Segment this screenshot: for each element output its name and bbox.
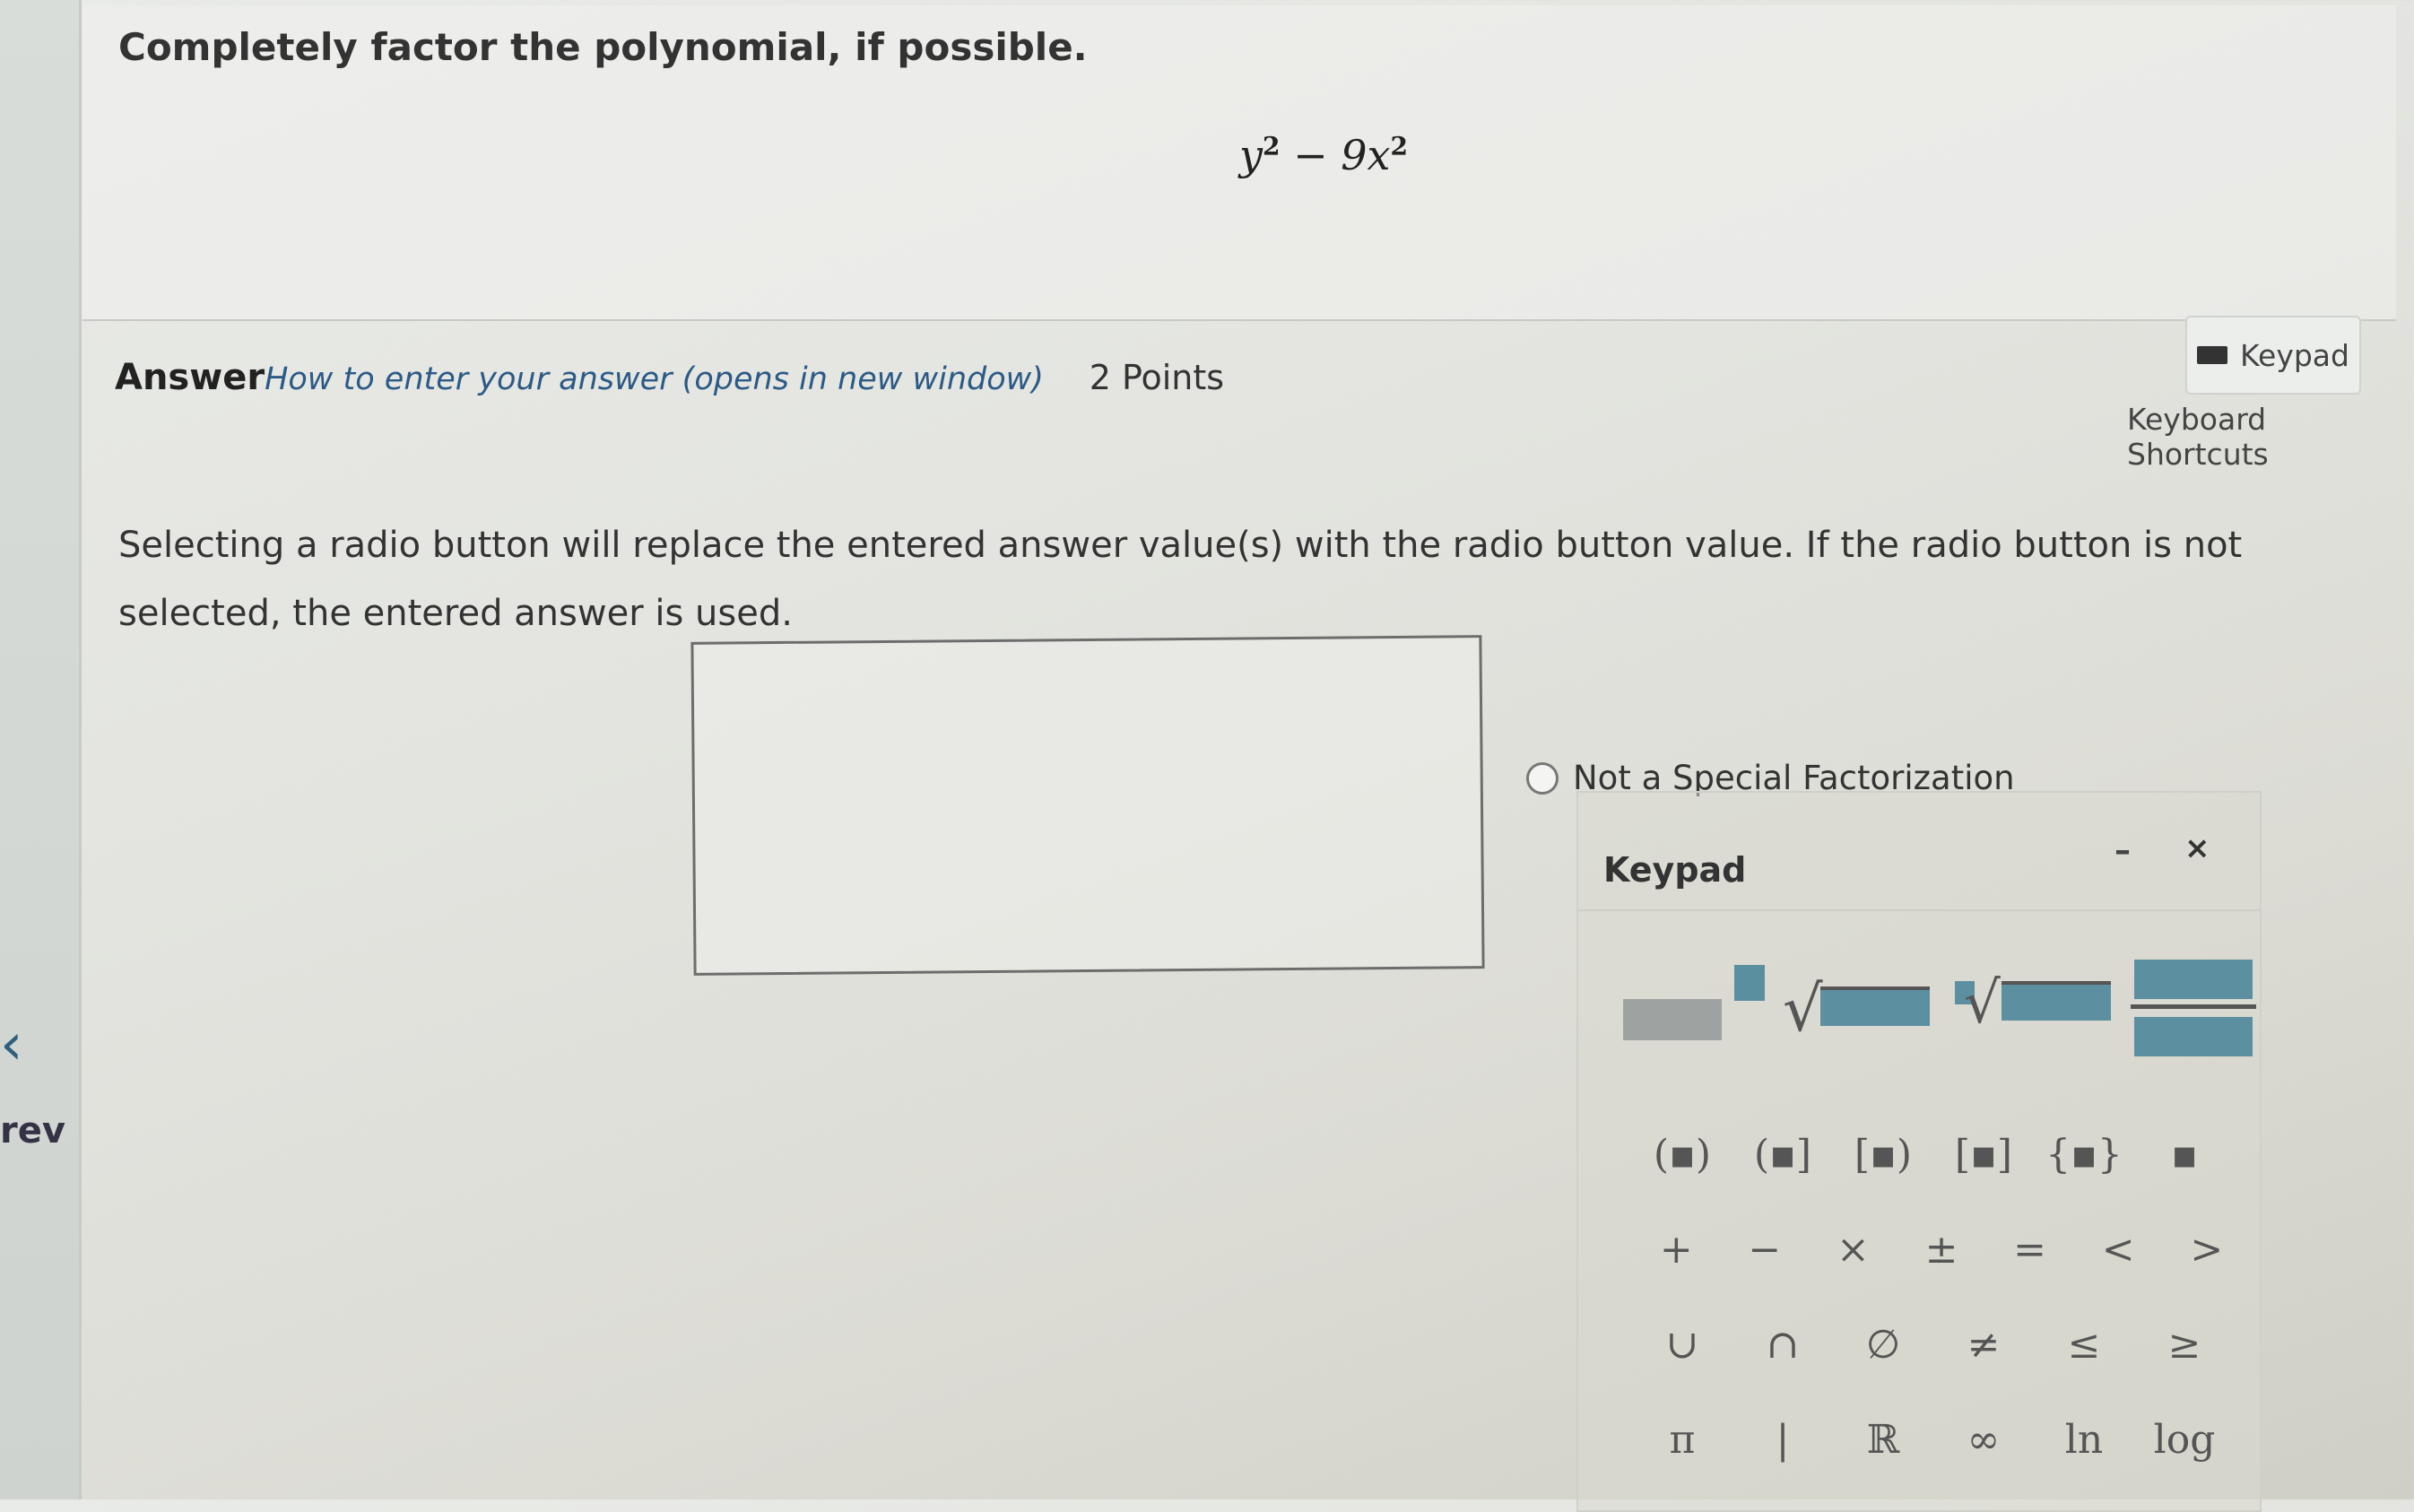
nth-root-icon: √ [1964,970,2001,1037]
poly-operator: − 9 [1280,131,1368,179]
union-key[interactable]: ∪ [1632,1322,1732,1368]
plus-key[interactable]: + [1632,1227,1721,1273]
open-interval-key[interactable]: (▪) [1632,1132,1732,1177]
prev-button[interactable]: rev [0,1110,65,1151]
keypad-panel: Keypad – × √ √ (▪) (▪] [▪) [▪] {▪} ▪ + −… [1576,791,2262,1512]
points-label: 2 Points [1089,358,1225,397]
sqrt-radicand-box [1820,986,1930,1026]
placeholder-key[interactable]: ▪ [2134,1132,2235,1177]
polynomial-expression: y2 − 9x2 [1239,131,1408,179]
exponent-base-box [1623,999,1722,1040]
poly-exp-2: 2 [1390,131,1408,161]
question-panel: Completely factor the polynomial, if pos… [82,0,2396,1512]
greater-than-key[interactable]: > [2162,1227,2251,1273]
minus-key[interactable]: − [1721,1227,1810,1273]
keypad-row-constants: π | ℝ ∞ ln log [1632,1392,2251,1487]
keypad-button-label: Keypad [2240,337,2349,373]
equals-key[interactable]: = [1985,1227,2074,1273]
minimize-icon[interactable]: – [2114,832,2131,869]
keypad-toggle-button[interactable]: Keypad [2185,316,2361,395]
keypad-template-row: √ √ [1614,954,2256,1056]
left-nav-strip [0,0,82,1499]
reals-key[interactable]: ℝ [1833,1417,1933,1463]
answer-header: AnswerHow to enter your answer (opens in… [115,357,1224,398]
empty-set-key[interactable]: ∅ [1833,1322,1933,1368]
fraction-bar [2131,1004,2256,1009]
half-open-left-key[interactable]: (▪] [1732,1132,1833,1177]
how-to-enter-link[interactable]: How to enter your answer (opens in new w… [265,361,1044,397]
keypad-title: Keypad [1603,850,1747,890]
question-prompt: Completely factor the polynomial, if pos… [118,25,1088,69]
numerator-box [2134,960,2253,999]
less-than-key[interactable]: < [2074,1227,2163,1273]
set-braces-key[interactable]: {▪} [2034,1132,2134,1177]
radio-instructions: Selecting a radio button will replace th… [118,525,2243,634]
keypad-row-operators: + − × ± = < > [1632,1202,2251,1297]
not-equal-key[interactable]: ≠ [1933,1322,2034,1368]
half-open-right-key[interactable]: [▪) [1833,1132,1933,1177]
sqrt-icon: √ [1783,972,1823,1046]
poly-term-x: x [1367,131,1391,179]
keyboard-icon [2197,346,2228,364]
close-icon[interactable]: × [2184,830,2210,866]
root-radicand-box [2002,981,2111,1021]
keypad-grid: (▪) (▪] [▪) [▪] {▪} ▪ + − × ± = < > ∪ ∩ … [1632,1107,2251,1487]
intersection-key[interactable]: ∩ [1732,1322,1833,1368]
poly-term-y: y [1239,131,1263,179]
keypad-row-sets: ∪ ∩ ∅ ≠ ≤ ≥ [1632,1297,2251,1392]
chevron-left-icon[interactable]: ‹ [0,1012,23,1078]
answer-label: Answer [115,357,265,398]
log-key[interactable]: log [2134,1417,2235,1463]
denominator-box [2134,1017,2253,1056]
less-equal-key[interactable]: ≤ [2034,1322,2134,1368]
ln-key[interactable]: ln [2034,1417,2134,1463]
radio-button[interactable] [1526,761,1559,795]
pi-key[interactable]: π [1632,1417,1732,1463]
absolute-value-key[interactable]: | [1732,1417,1833,1463]
closed-interval-key[interactable]: [▪] [1933,1132,2034,1177]
answer-input[interactable] [690,635,1485,976]
keyboard-shortcuts-link[interactable]: Keyboard Shortcuts [2127,402,2396,472]
keypad-row-brackets: (▪) (▪] [▪) [▪] {▪} ▪ [1632,1107,2251,1202]
exponent-power-box [1734,965,1765,1001]
plus-minus-key[interactable]: ± [1897,1227,1986,1273]
poly-exp-1: 2 [1263,131,1281,161]
keypad-header: Keypad – × [1578,793,2260,911]
greater-equal-key[interactable]: ≥ [2134,1322,2235,1368]
infinity-key[interactable]: ∞ [1933,1417,2034,1463]
question-box: Completely factor the polynomial, if pos… [82,5,2396,321]
times-key[interactable]: × [1809,1227,1897,1273]
